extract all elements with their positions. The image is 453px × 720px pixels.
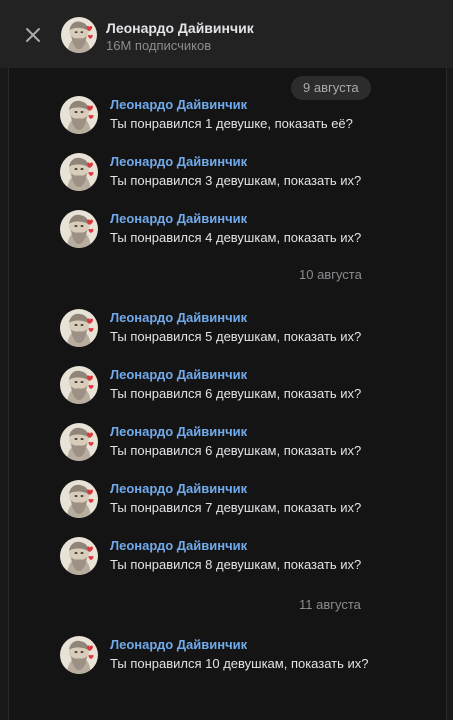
avatar[interactable]: [60, 210, 98, 248]
message: Леонардо Дайвинчик Ты понравился 6 девуш…: [0, 423, 453, 471]
sender-name[interactable]: Леонардо Дайвинчик: [110, 154, 247, 169]
message-text: Ты понравился 8 девушкам, показать их?: [110, 557, 362, 572]
message: Леонардо Дайвинчик Ты понравился 5 девуш…: [0, 309, 453, 357]
date-label: 10 августа: [299, 267, 362, 282]
sender-name[interactable]: Леонардо Дайвинчик: [110, 367, 247, 382]
message-text: Ты понравился 6 девушкам, показать их?: [110, 386, 362, 401]
sender-name[interactable]: Леонардо Дайвинчик: [110, 97, 247, 112]
chat-title[interactable]: Леонардо Дайвинчик: [106, 20, 254, 36]
message-text: Ты понравился 10 девушкам, показать их?: [110, 656, 369, 671]
avatar[interactable]: [60, 153, 98, 191]
avatar[interactable]: [60, 309, 98, 347]
message: Леонардо Дайвинчик Ты понравился 4 девуш…: [0, 210, 453, 258]
date-separator: 10 августа: [0, 265, 453, 285]
subscriber-count: 16M подписчиков: [106, 38, 212, 53]
date-separator: 11 августа: [0, 595, 453, 615]
avatar[interactable]: [61, 17, 97, 53]
message-text: Ты понравился 5 девушкам, показать их?: [110, 329, 362, 344]
message-text: Ты понравился 3 девушкам, показать их?: [110, 173, 362, 188]
avatar[interactable]: [60, 636, 98, 674]
sender-name[interactable]: Леонардо Дайвинчик: [110, 424, 247, 439]
message: Леонардо Дайвинчик Ты понравился 7 девуш…: [0, 480, 453, 528]
chat-header: Леонардо Дайвинчик 16M подписчиков: [0, 0, 453, 68]
sender-name[interactable]: Леонардо Дайвинчик: [110, 310, 247, 325]
close-icon: [26, 28, 40, 42]
message-text: Ты понравился 7 девушкам, показать их?: [110, 500, 362, 515]
sender-name[interactable]: Леонардо Дайвинчик: [110, 538, 247, 553]
close-button[interactable]: [20, 22, 46, 48]
sender-name[interactable]: Леонардо Дайвинчик: [110, 481, 247, 496]
avatar[interactable]: [60, 96, 98, 134]
message-text: Ты понравился 1 девушке, показать её?: [110, 116, 353, 131]
sender-name[interactable]: Леонардо Дайвинчик: [110, 637, 247, 652]
avatar[interactable]: [60, 480, 98, 518]
avatar[interactable]: [60, 537, 98, 575]
message: Леонардо Дайвинчик Ты понравился 10 деву…: [0, 636, 453, 684]
date-label: 11 августа: [299, 597, 361, 612]
message: Леонардо Дайвинчик Ты понравился 1 девуш…: [0, 96, 453, 144]
avatar[interactable]: [60, 423, 98, 461]
message-text: Ты понравился 4 девушкам, показать их?: [110, 230, 362, 245]
message: Леонардо Дайвинчик Ты понравился 8 девуш…: [0, 537, 453, 585]
message-text: Ты понравился 6 девушкам, показать их?: [110, 443, 362, 458]
sender-name[interactable]: Леонардо Дайвинчик: [110, 211, 247, 226]
message: Леонардо Дайвинчик Ты понравился 6 девуш…: [0, 366, 453, 414]
message: Леонардо Дайвинчик Ты понравился 3 девуш…: [0, 153, 453, 201]
avatar[interactable]: [60, 366, 98, 404]
